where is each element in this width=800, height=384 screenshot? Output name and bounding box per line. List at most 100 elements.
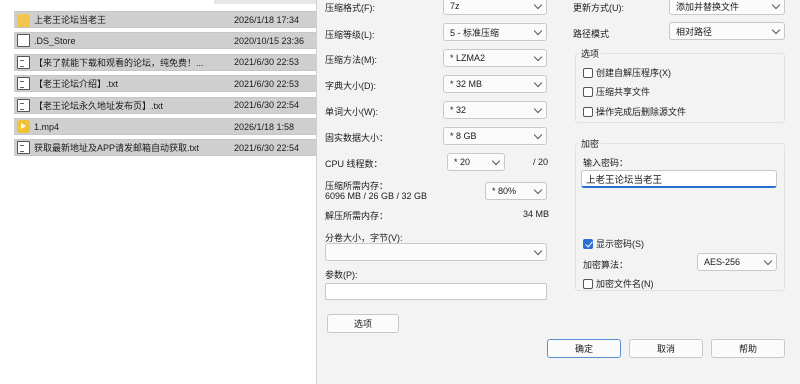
cpu-select[interactable]: * 20 bbox=[447, 153, 505, 171]
path-value: 相对路径 bbox=[676, 26, 713, 37]
file-date: 2020/10/15 23:36 bbox=[234, 35, 305, 46]
file-name: .DS_Store bbox=[34, 35, 76, 46]
volume-select[interactable] bbox=[325, 243, 547, 261]
chevron-down-icon bbox=[771, 0, 781, 10]
solid-value: * 8 GB bbox=[450, 131, 477, 141]
cpu-max: / 20 bbox=[533, 157, 549, 167]
text-file-icon bbox=[17, 141, 30, 155]
sfx-label: 创建自解压程序(X) bbox=[596, 68, 671, 78]
method-select[interactable]: * LZMA2 bbox=[443, 49, 547, 67]
file-name: 【老王论坛介绍】.txt bbox=[34, 79, 119, 90]
text-file-icon bbox=[17, 98, 30, 112]
file-date: 2021/6/30 22:53 bbox=[234, 78, 300, 89]
file-name: 【老王论坛永久地址发布页】.txt bbox=[34, 100, 164, 111]
algo-select[interactable]: AES-256 bbox=[697, 253, 777, 271]
file-name: 1.mp4 bbox=[34, 121, 60, 132]
text-file-icon bbox=[17, 77, 30, 91]
chevron-down-icon bbox=[763, 256, 773, 266]
delete-after-checkbox[interactable]: 操作完成后删除源文件 bbox=[583, 105, 686, 118]
level-select[interactable]: 5 - 标准压缩 bbox=[443, 23, 547, 41]
file-date: 2021/6/30 22:54 bbox=[234, 100, 300, 111]
chevron-down-icon bbox=[533, 52, 543, 62]
dict-label: 字典大小(D): bbox=[325, 81, 376, 91]
chevron-down-icon bbox=[491, 156, 501, 166]
algo-label: 加密算法： bbox=[583, 260, 629, 270]
checkbox-icon bbox=[583, 67, 593, 78]
solid-select[interactable]: * 8 GB bbox=[443, 127, 547, 145]
decomp-label: 解压所需内存： bbox=[325, 211, 389, 221]
show-password-checkbox[interactable]: 显示密码(S) bbox=[583, 237, 644, 250]
word-select[interactable]: * 32 bbox=[443, 101, 547, 119]
chevron-down-icon bbox=[771, 25, 781, 35]
checkbox-icon bbox=[583, 278, 593, 289]
file-date: 2026/1/18 17:34 bbox=[234, 14, 300, 25]
encrypt-names-checkbox[interactable]: 加密文件名(N) bbox=[583, 277, 654, 290]
encrypt-names-label: 加密文件名(N) bbox=[596, 279, 654, 289]
file-list: 上老王论坛当老王 2026/1/18 17:34 .DS_Store 2020/10/… bbox=[0, 0, 316, 384]
algo-value: AES-256 bbox=[704, 257, 741, 267]
shared-checkbox[interactable]: 压缩共享文件 bbox=[583, 85, 650, 98]
chevron-down-icon bbox=[533, 78, 543, 88]
format-label: 压缩格式(F): bbox=[325, 3, 375, 13]
update-value: 添加并替换文件 bbox=[676, 1, 740, 12]
text-file-icon bbox=[17, 55, 30, 69]
column-header-fragment bbox=[214, 0, 316, 4]
checkbox-icon bbox=[583, 86, 593, 97]
word-label: 单词大小(W): bbox=[325, 107, 378, 117]
file-icon bbox=[17, 34, 30, 48]
chevron-down-icon bbox=[533, 26, 543, 36]
word-value: * 32 bbox=[450, 105, 467, 115]
dict-select[interactable]: * 32 MB bbox=[443, 75, 547, 93]
show-password-label: 显示密码(S) bbox=[596, 239, 644, 249]
help-button[interactable]: 帮助 bbox=[711, 339, 785, 358]
file-row[interactable]: 【老王论坛介绍】.txt 2021/6/30 22:53 bbox=[14, 75, 316, 93]
path-label: 路径模式 bbox=[573, 29, 610, 39]
ok-button[interactable]: 确定 bbox=[547, 339, 621, 358]
mem-detail: 6096 MB / 26 GB / 32 GB bbox=[325, 191, 428, 201]
cancel-button[interactable]: 取消 bbox=[629, 339, 703, 358]
delete-after-label: 操作完成后删除源文件 bbox=[596, 107, 687, 117]
file-row[interactable]: .DS_Store 2020/10/15 23:36 bbox=[14, 32, 316, 50]
file-row[interactable]: 【来了就能下载和观看的论坛，纯免费！... 2021/6/30 22:53 bbox=[14, 53, 316, 71]
update-select[interactable]: 添加并替换文件 bbox=[669, 0, 785, 15]
file-row[interactable]: 上老王论坛当老王 2026/1/18 17:34 bbox=[14, 11, 316, 28]
path-select[interactable]: 相对路径 bbox=[669, 22, 785, 40]
file-date: 2021/6/30 22:54 bbox=[234, 142, 300, 153]
file-row[interactable]: 【老王论坛永久地址发布页】.txt 2021/6/30 22:54 bbox=[14, 96, 316, 114]
mem-value: * 80% bbox=[492, 186, 517, 196]
solid-label: 固实数据大小： bbox=[325, 133, 389, 143]
cpu-value: * 20 bbox=[454, 157, 471, 167]
chevron-down-icon bbox=[533, 185, 543, 195]
level-label: 压缩等级(L): bbox=[325, 30, 375, 40]
file-row[interactable]: 获取最新地址及APP请发邮箱自动获取.txt 2021/6/30 22:54 bbox=[14, 139, 316, 157]
password-input[interactable]: 上老王论坛当老王 bbox=[581, 170, 777, 188]
format-value: 7z bbox=[450, 1, 460, 11]
shared-label: 压缩共享文件 bbox=[596, 87, 651, 97]
options-group-title: 选项 bbox=[579, 47, 602, 60]
screen: 上老王论坛当老王 2026/1/18 17:34 .DS_Store 2020/10/… bbox=[0, 0, 800, 384]
chevron-down-icon bbox=[533, 104, 543, 114]
level-value: 5 - 标准压缩 bbox=[450, 27, 500, 38]
cpu-label: CPU 线程数： bbox=[325, 159, 383, 169]
chevron-down-icon bbox=[533, 0, 543, 10]
password-label: 输入密码： bbox=[583, 158, 629, 168]
checkbox-checked-icon bbox=[583, 238, 593, 249]
chevron-down-icon bbox=[533, 246, 543, 256]
file-row[interactable]: 1.mp4 2026/1/18 1:58 bbox=[14, 118, 316, 135]
method-label: 压缩方法(M): bbox=[325, 55, 377, 65]
format-select[interactable]: 7z bbox=[443, 0, 547, 15]
file-name: 上老王论坛当老王 bbox=[34, 15, 107, 25]
file-name: 获取最新地址及APP请发邮箱自动获取.txt bbox=[34, 143, 200, 154]
update-label: 更新方式(U): bbox=[573, 3, 624, 13]
decomp-value: 34 MB bbox=[523, 209, 550, 219]
add-to-archive-dialog: 压缩格式(F): 7z 压缩等级(L): 5 - 标准压缩 压缩方法(M): *… bbox=[316, 0, 800, 384]
file-date: 2021/6/30 22:53 bbox=[234, 57, 300, 68]
options-button[interactable]: 选项 bbox=[327, 314, 399, 333]
chevron-down-icon bbox=[533, 130, 543, 140]
mem-select[interactable]: * 80% bbox=[485, 182, 547, 200]
file-name: 【来了就能下载和观看的论坛，纯免费！... bbox=[34, 57, 204, 68]
sfx-checkbox[interactable]: 创建自解压程序(X) bbox=[583, 66, 671, 79]
params-input[interactable] bbox=[325, 283, 547, 300]
folder-icon bbox=[17, 14, 30, 27]
params-label: 参数(P): bbox=[325, 270, 358, 280]
